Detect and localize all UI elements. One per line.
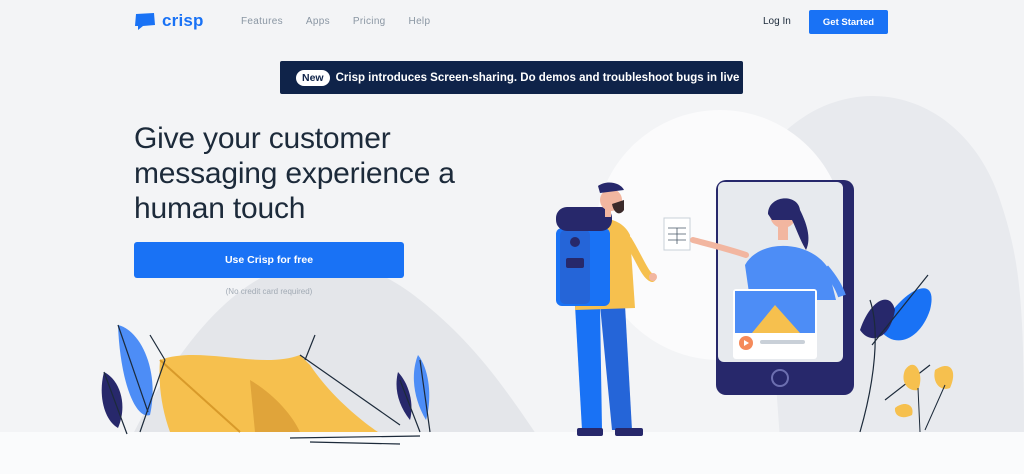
primary-nav: Features Apps Pricing Help — [241, 16, 453, 27]
login-link[interactable]: Log In — [763, 16, 791, 27]
video-card-icon — [733, 289, 817, 359]
nav-item-pricing[interactable]: Pricing — [353, 16, 386, 27]
chat-bubble-icon — [135, 12, 155, 30]
nav-item-apps[interactable]: Apps — [306, 16, 330, 27]
announcement-banner[interactable]: New Crisp introduces Screen-sharing. Do … — [280, 61, 743, 94]
use-crisp-free-button[interactable]: Use Crisp for free — [134, 242, 404, 278]
logo-text: crisp — [162, 11, 204, 30]
hero-title: Give your customer messaging experience … — [134, 122, 455, 225]
landing-page: crisp Features Apps Pricing Help Log In … — [0, 0, 1024, 474]
announcement-text: Crisp introduces Screen-sharing. Do demo… — [335, 71, 740, 84]
no-credit-card-note: (No credit card required) — [225, 287, 313, 296]
new-badge: New — [296, 69, 330, 86]
crisp-logo[interactable]: crisp — [134, 11, 204, 31]
top-nav: crisp Features Apps Pricing Help Log In … — [0, 0, 1024, 44]
ground — [0, 432, 1024, 474]
nav-item-help[interactable]: Help — [409, 16, 431, 27]
nav-item-features[interactable]: Features — [241, 16, 283, 27]
floating-note-icon — [663, 217, 691, 251]
get-started-button[interactable]: Get Started — [809, 10, 888, 34]
